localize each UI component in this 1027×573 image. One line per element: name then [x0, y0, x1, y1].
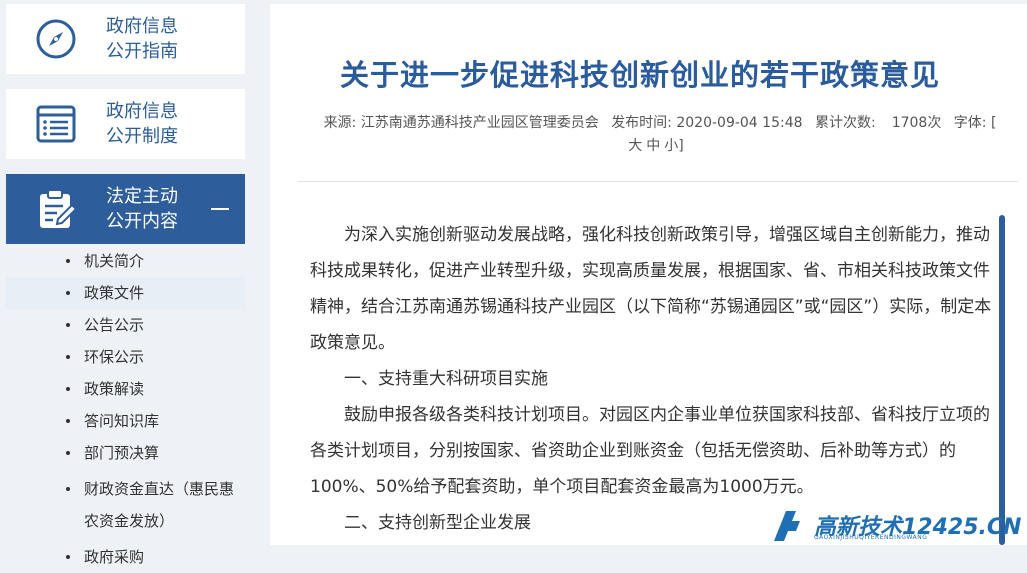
bullet-icon	[66, 323, 70, 327]
font-size-medium-button[interactable]: 中	[646, 138, 660, 154]
nav-card-label: 政府信息 公开制度	[106, 99, 216, 149]
nav-card-label: 政府信息 公开指南	[106, 14, 216, 64]
divider	[298, 181, 1018, 182]
article-panel: 关于进一步促进科技创新创业的若干政策意见 来源: 江苏南通苏通科技产业园区管理委…	[270, 4, 1027, 545]
bullet-icon	[66, 419, 70, 423]
meta-publish-time: 发布时间: 2020-09-04 15:48	[611, 115, 803, 131]
article-paragraph: 鼓励申报各级各类科技计划项目。对园区内企事业单位获国家科技部、省科技厅立项的各类…	[310, 405, 990, 497]
sidebar-item-label: 政府采购	[84, 548, 145, 566]
bullet-icon	[66, 451, 70, 455]
bullet-icon	[66, 291, 70, 295]
sidebar-item-label: 机关简介	[84, 252, 145, 270]
meta-source: 来源: 江苏南通苏通科技产业园区管理委员会	[323, 115, 599, 131]
sidebar-item-label: 政策文件	[84, 284, 145, 302]
compass-icon	[6, 4, 106, 74]
nav-card-label-line2: 公开内容	[106, 211, 178, 232]
nav-card-label-line2: 公开制度	[106, 126, 178, 147]
sidebar-item-label: 答问知识库	[84, 412, 160, 430]
watermark: 高新技术12425.CN GAOXINJISHUQIYERENDINGWANG	[770, 505, 1027, 545]
font-size-large-button[interactable]: 大	[628, 138, 642, 154]
sidebar-item-department-budget[interactable]: 部门预决算	[6, 437, 245, 469]
scrollbar[interactable]	[999, 215, 1005, 545]
sidebar: 政府信息 公开指南 政府信息 公开制度 法定主动 公开内容 机关简介 政策文件 …	[0, 0, 250, 566]
collapse-icon[interactable]	[211, 208, 229, 210]
sidebar-item-government-procurement[interactable]: 政府采购	[6, 541, 245, 573]
font-size-small-button[interactable]: 小	[664, 138, 678, 154]
meta-font-close: ]	[678, 138, 684, 154]
meta-font-label: 字体: [	[953, 115, 997, 131]
sidebar-item-policy-documents[interactable]: 政策文件	[6, 277, 245, 309]
sidebar-item-qa-knowledge-base[interactable]: 答问知识库	[6, 405, 245, 437]
meta-views-label: 累计次数:	[814, 115, 876, 131]
sidebar-sub-list: 机关简介 政策文件 公告公示 环保公示 政策解读 答问知识库 部门预决算 财政资…	[6, 245, 245, 573]
sidebar-item-agency-profile[interactable]: 机关简介	[6, 245, 245, 277]
bullet-icon	[66, 555, 70, 559]
meta-views-count: 1708次	[891, 115, 942, 131]
nav-card-label-line1: 政府信息	[106, 101, 178, 122]
nav-card-proactive-disclosure[interactable]: 法定主动 公开内容	[6, 174, 245, 244]
sidebar-item-policy-interpretation[interactable]: 政策解读	[6, 373, 245, 405]
nav-card-disclosure-guide[interactable]: 政府信息 公开指南	[6, 4, 245, 74]
article-section-heading: 一、支持重大科研项目实施	[344, 369, 548, 389]
sidebar-item-label: 政策解读	[84, 380, 145, 398]
sidebar-item-label: 部门预决算	[84, 444, 160, 462]
sidebar-item-announcements[interactable]: 公告公示	[6, 309, 245, 341]
sidebar-item-label: 环保公示	[84, 348, 145, 366]
article-title: 关于进一步促进科技创新创业的若干政策意见	[339, 58, 940, 92]
list-document-icon	[6, 89, 106, 159]
nav-card-label-line1: 法定主动	[106, 186, 178, 207]
article-meta: 来源: 江苏南通苏通科技产业园区管理委员会 发布时间: 2020-09-04 1…	[310, 112, 1010, 158]
article-paragraph: 为深入实施创新驱动发展战略，强化科技创新政策引导，增强区域自主创新能力，推动科技…	[310, 225, 992, 353]
nav-card-disclosure-system[interactable]: 政府信息 公开制度	[6, 89, 245, 159]
watermark-logo-icon	[774, 511, 800, 541]
nav-card-label: 法定主动 公开内容	[106, 184, 216, 234]
bullet-icon	[66, 259, 70, 263]
sidebar-item-environmental[interactable]: 环保公示	[6, 341, 245, 373]
bullet-icon	[66, 487, 70, 491]
nav-card-label-line1: 政府信息	[106, 16, 178, 37]
sidebar-item-label: 公告公示	[84, 316, 145, 334]
watermark-subtext: GAOXINJISHUQIYERENDINGWANG	[814, 534, 928, 541]
clipboard-edit-icon	[6, 174, 106, 244]
sidebar-item-direct-funds[interactable]: 财政资金直达（惠民惠农资金发放）	[6, 469, 245, 541]
bullet-icon	[66, 355, 70, 359]
nav-card-label-line2: 公开指南	[106, 41, 178, 62]
bullet-icon	[66, 387, 70, 391]
article-body: 为深入实施创新驱动发展战略，强化科技创新政策引导，增强区域自主创新能力，推动科技…	[310, 217, 992, 541]
sidebar-item-label: 财政资金直达（惠民惠农资金发放）	[84, 480, 235, 530]
